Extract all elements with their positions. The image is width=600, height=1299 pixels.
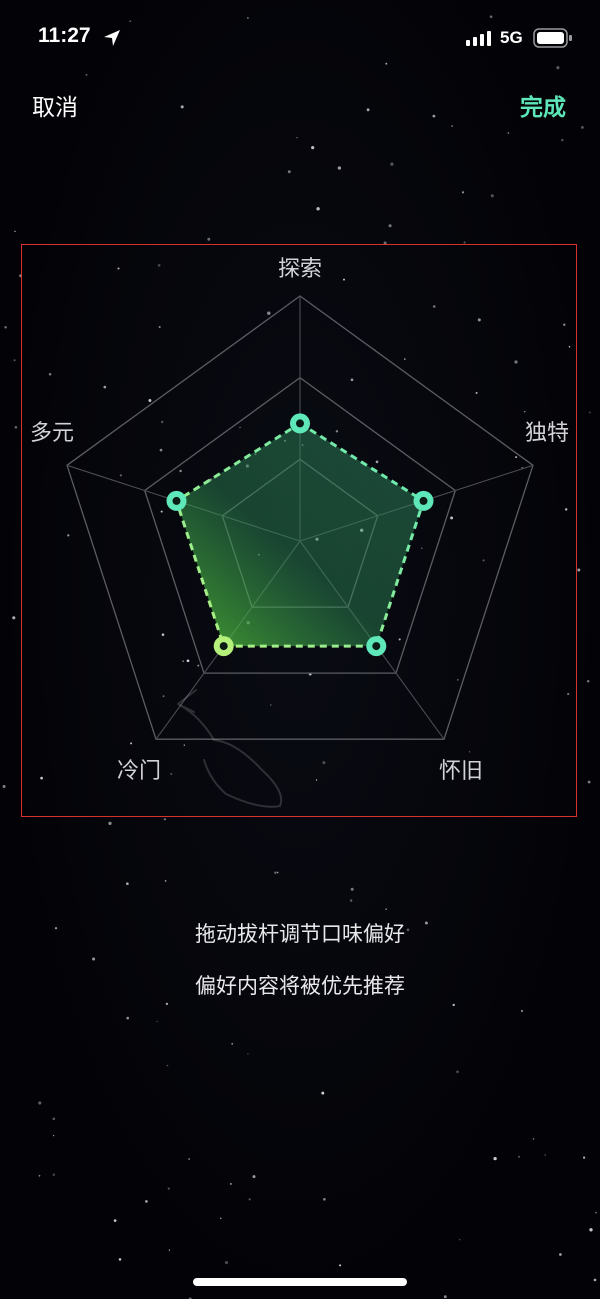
taste-radar-chart: 探索独特怀旧 冷门 多元 — [30, 257, 569, 808]
radar-handle-3[interactable] — [366, 636, 387, 657]
radar-handle-5[interactable] — [166, 490, 187, 511]
radar-axis-label: 怀旧 — [439, 759, 483, 784]
radar-axis-label: 冷门 — [117, 759, 161, 784]
instruction-line-2: 偏好内容将被优先推荐 — [195, 974, 405, 998]
home-indicator[interactable] — [193, 1278, 407, 1286]
radar-axis-label: 独特 — [525, 421, 569, 446]
radar-axis-label: 多元 — [30, 421, 74, 446]
radar-handle-4[interactable] — [213, 636, 234, 657]
instruction-line-1: 拖动拔杆调节口味偏好 — [195, 922, 405, 946]
instructions: 拖动拔杆调节口味偏好 偏好内容将被优先推荐 — [0, 908, 600, 1012]
radar-axis-label: 探索 — [278, 257, 322, 282]
radar-handle-1[interactable] — [290, 413, 310, 434]
drag-hint-hand-icon — [177, 689, 283, 808]
app-screen: 11:27 5G 取消 完成 探索 独特 怀旧 冷门 多元 拖动拔杆调节口味偏好… — [0, 0, 600, 1299]
radar-handle-2[interactable] — [413, 490, 434, 511]
